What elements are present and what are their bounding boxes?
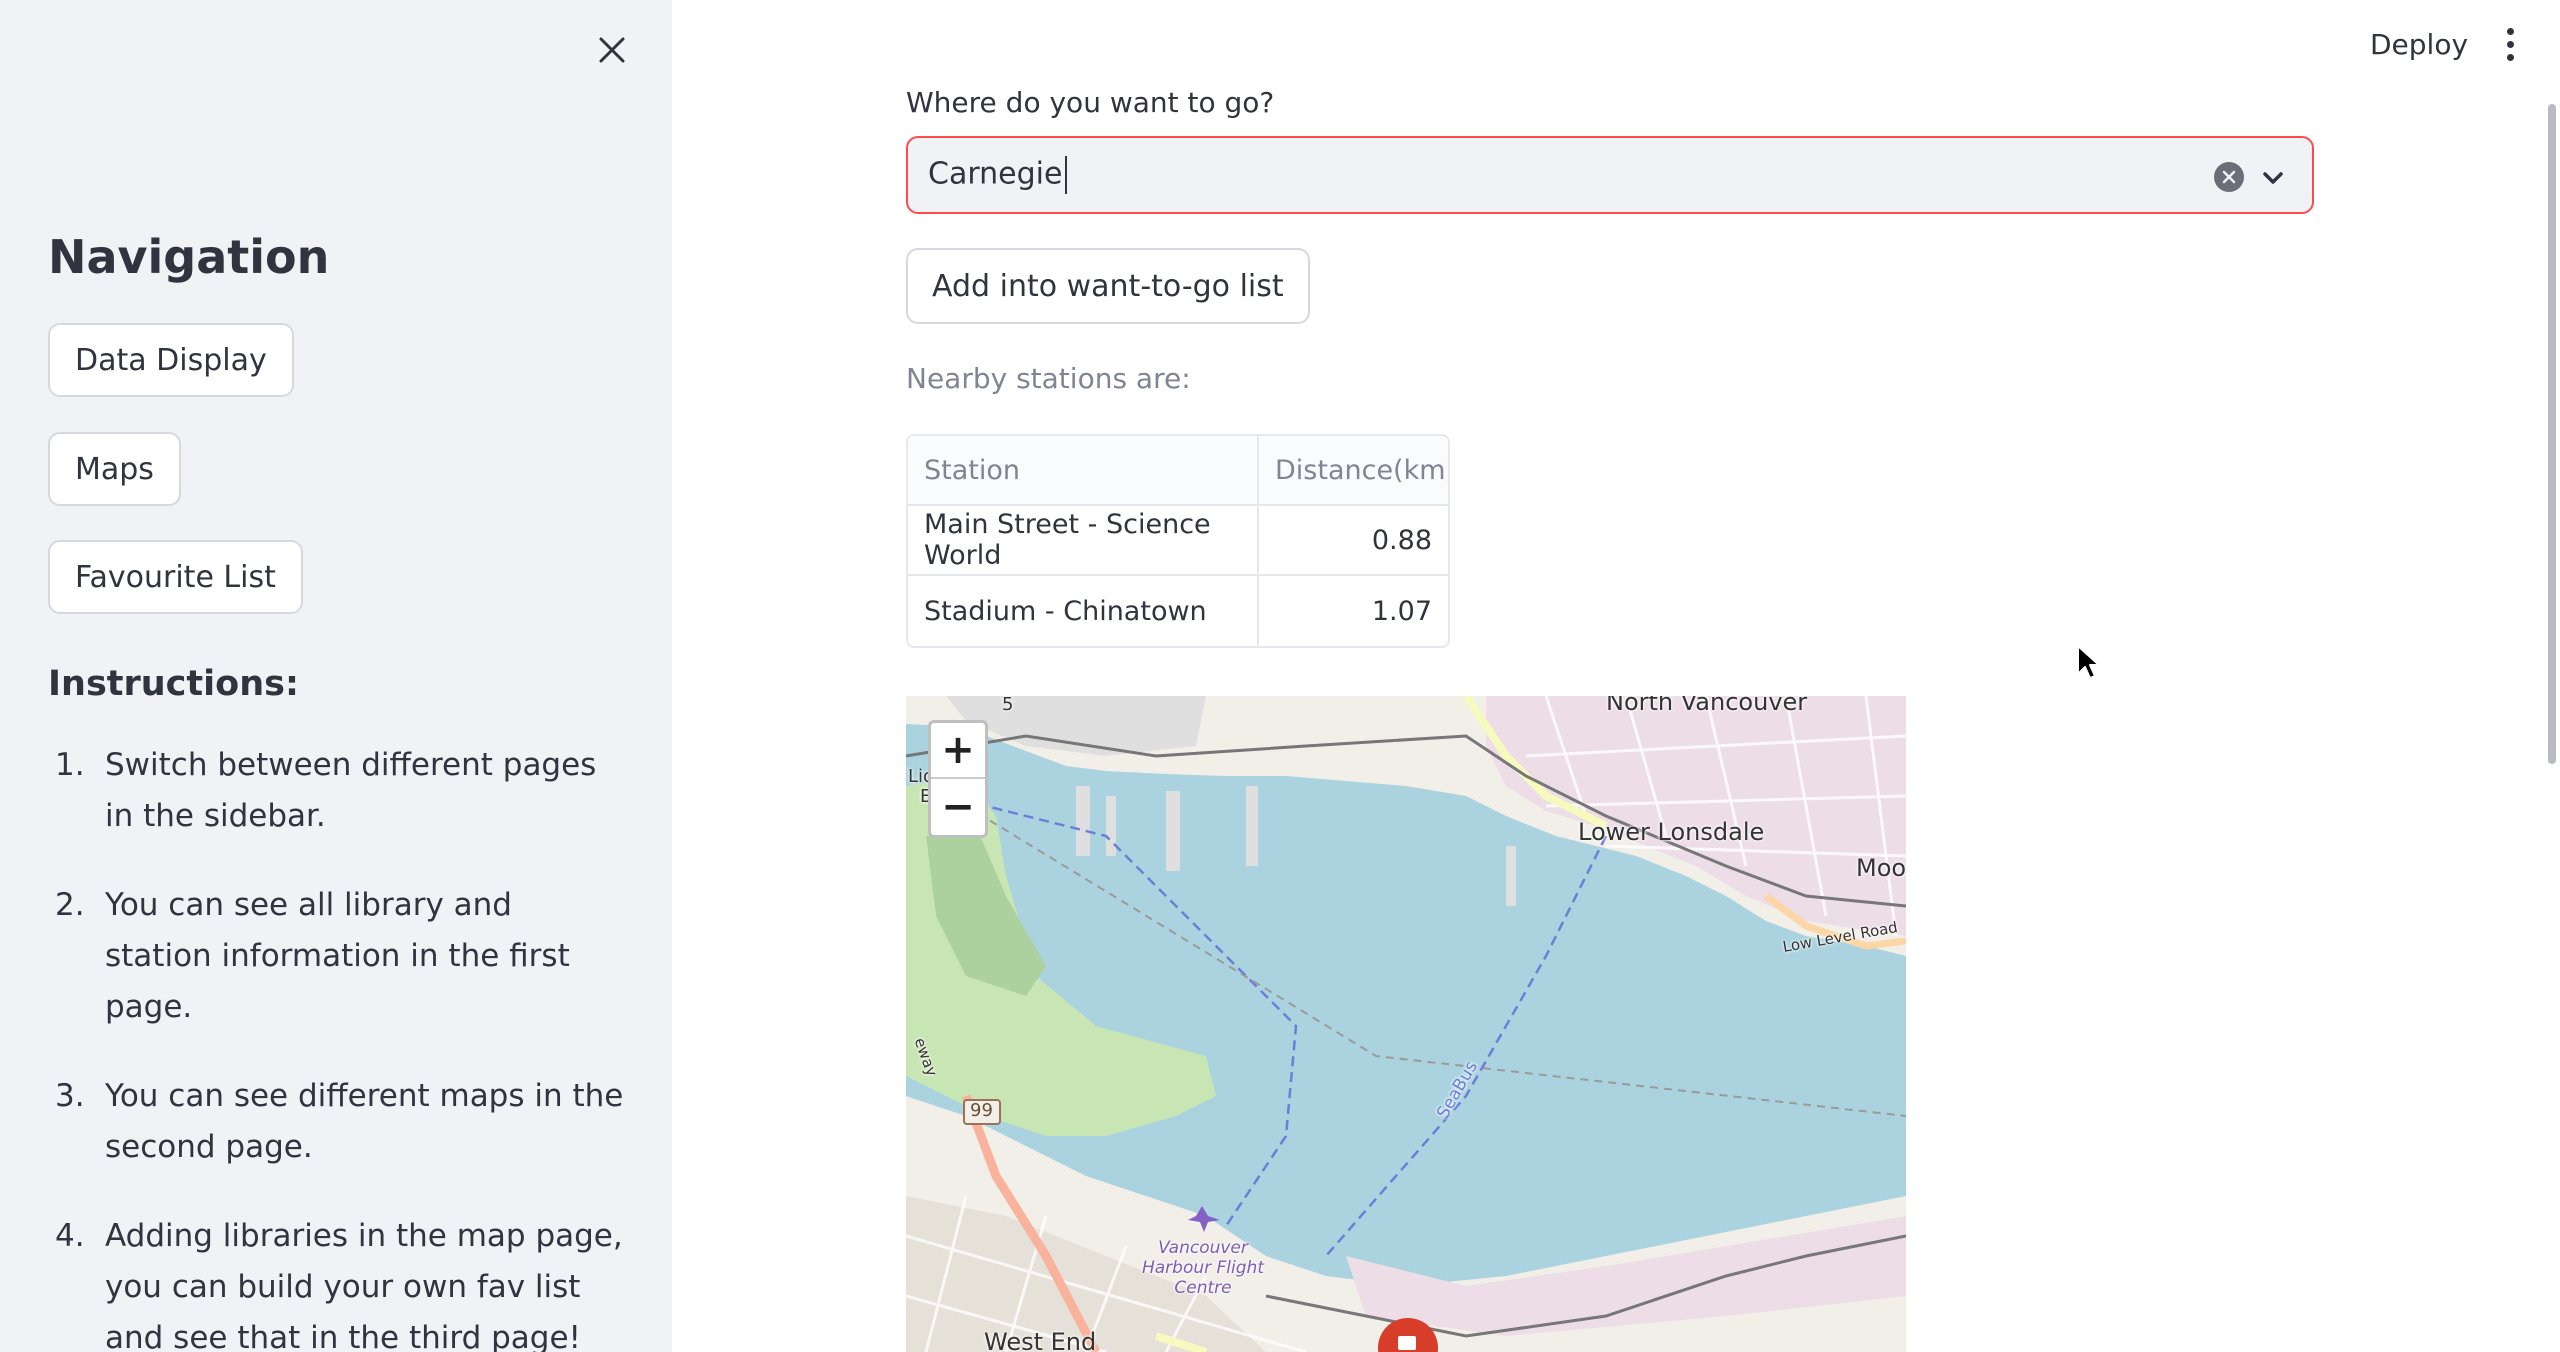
table-cell-distance: 1.07 <box>1371 595 1432 627</box>
zoom-in-button[interactable]: + <box>931 723 985 779</box>
instruction-item: 1. Switch between different pages in the… <box>48 740 628 842</box>
table-cell-station: Main Street - Science World <box>908 506 1259 574</box>
map-label-moo: Moo <box>1856 854 1906 882</box>
map-label-lower-lonsdale: Lower Lonsdale <box>1578 818 1765 846</box>
map[interactable]: 5 Lio E North Vancouver Lower Lonsdale M… <box>906 696 1906 1352</box>
instruction-number: 4. <box>55 1218 85 1254</box>
instruction-number: 2. <box>55 887 85 923</box>
zoom-control: + − <box>928 720 988 838</box>
stations-table: Station Distance(km) Main Street - Scien… <box>906 434 1450 648</box>
destination-select[interactable]: Carnegie <box>906 136 2314 214</box>
table-cell-station: Stadium - Chinatown <box>908 576 1259 646</box>
instruction-text: Adding libraries in the map page, you ca… <box>105 1218 623 1352</box>
instruction-text: You can see different maps in the second… <box>105 1078 624 1165</box>
clear-icon[interactable] <box>2214 162 2244 192</box>
column-header-distance[interactable]: Distance(km) <box>1259 436 1448 504</box>
table-cell-distance: 0.88 <box>1371 524 1432 556</box>
map-label-west-end: West End <box>984 1328 1097 1352</box>
table-header-row: Station Distance(km) <box>908 436 1448 506</box>
instructions-title: Instructions: <box>48 664 299 704</box>
map-tiles <box>906 696 1906 1352</box>
nav-button-data-display[interactable]: Data Display <box>48 323 294 397</box>
instruction-number: 3. <box>55 1078 85 1114</box>
instruction-item: 3. You can see different maps in the sec… <box>48 1071 628 1173</box>
table-row: Stadium - Chinatown 1.07 <box>908 576 1448 646</box>
nav-button-favourite-list[interactable]: Favourite List <box>48 540 303 614</box>
zoom-out-button[interactable]: − <box>931 779 985 835</box>
instruction-item: 4. Adding libraries in the map page, you… <box>48 1211 628 1352</box>
scrollbar[interactable] <box>2548 104 2556 764</box>
column-header-station[interactable]: Station <box>908 436 1259 504</box>
table-row: Main Street - Science World 0.88 <box>908 506 1448 576</box>
instruction-number: 1. <box>55 747 85 783</box>
navigation-title: Navigation <box>48 230 330 284</box>
highway-99-icon: 99 <box>970 1100 993 1121</box>
nav-button-maps[interactable]: Maps <box>48 432 181 506</box>
map-label-five: 5 <box>1002 696 1014 715</box>
sidebar: Navigation Data Display Maps Favourite L… <box>0 0 672 1352</box>
nearby-stations-label: Nearby stations are: <box>906 362 1191 395</box>
instruction-item: 2. You can see all library and station i… <box>48 880 628 1033</box>
destination-input[interactable]: Carnegie <box>928 156 1068 194</box>
close-sidebar-icon[interactable] <box>590 28 634 72</box>
instruction-text: Switch between different pages in the si… <box>105 747 597 834</box>
instruction-text: You can see all library and station info… <box>105 887 570 1025</box>
chevron-down-icon[interactable] <box>2258 163 2288 193</box>
map-label-north-vancouver: North Vancouver <box>1606 696 1808 716</box>
main-menu-icon[interactable] <box>2492 22 2528 66</box>
add-to-list-button[interactable]: Add into want-to-go list <box>906 248 1310 324</box>
main-content: Deploy Where do you want to go? Carnegie… <box>672 0 2560 1352</box>
map-label-harbour-flight-centre: Vancouver Harbour Flight Centre <box>1141 1238 1264 1298</box>
destination-label: Where do you want to go? <box>906 86 1275 119</box>
mouse-cursor-icon <box>2077 645 2100 679</box>
instructions-list: 1. Switch between different pages in the… <box>48 740 628 1352</box>
deploy-button[interactable]: Deploy <box>2352 20 2486 68</box>
